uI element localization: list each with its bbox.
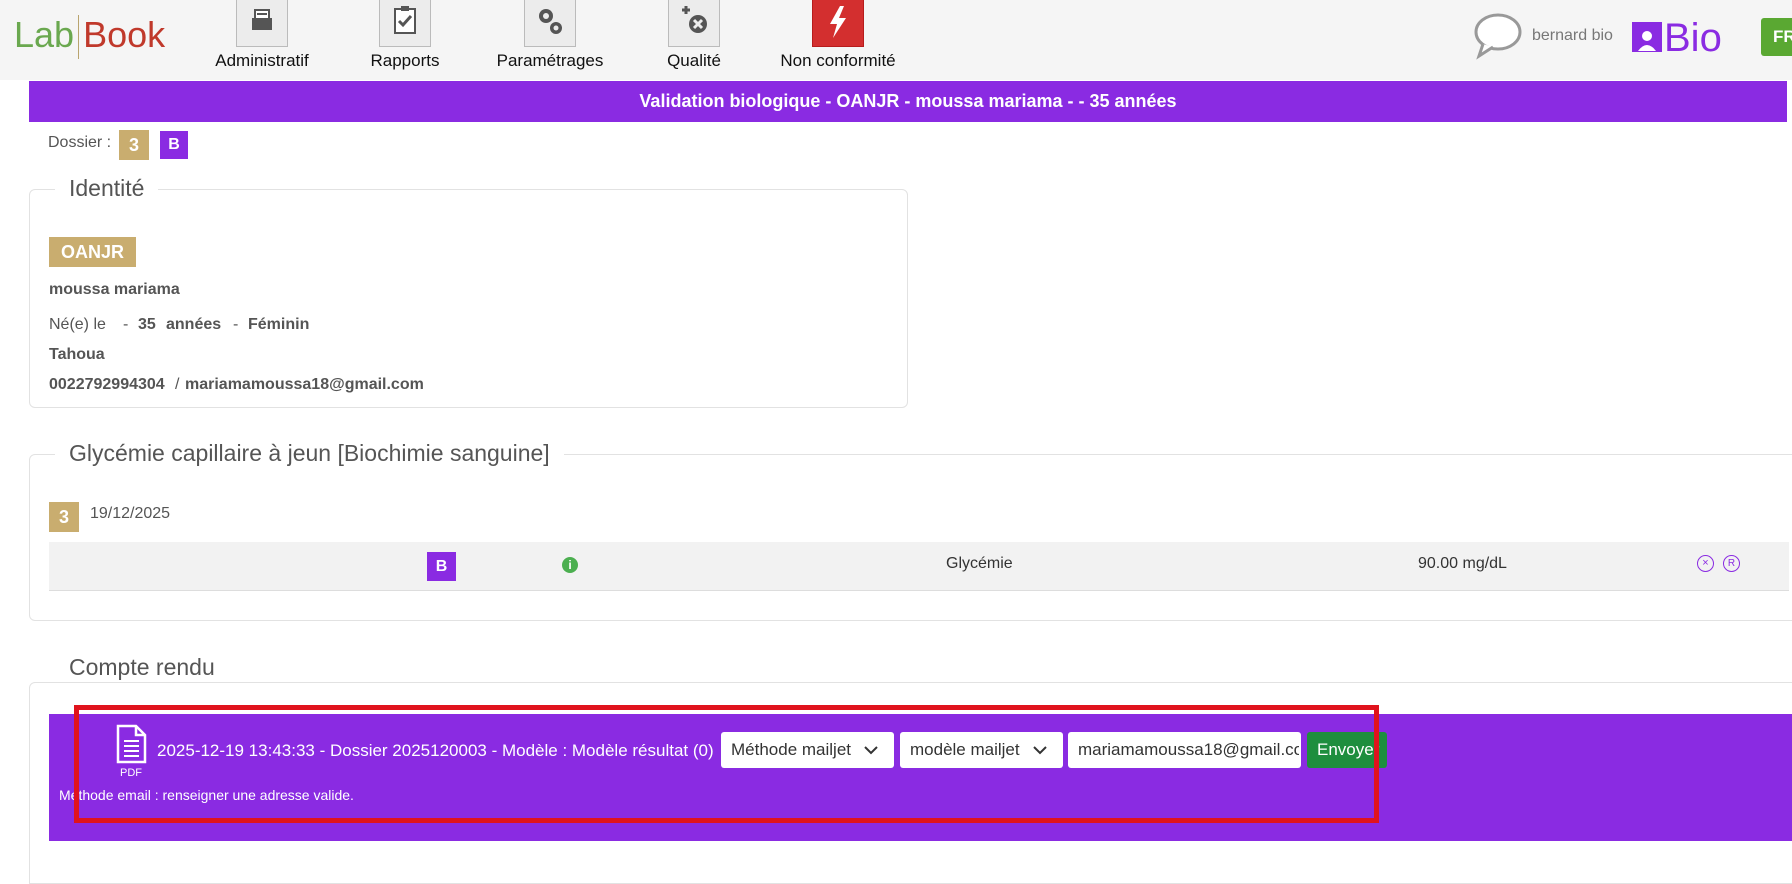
patient-city: Tahoua <box>49 346 105 363</box>
analysis-date: 19/12/2025 <box>90 505 171 522</box>
separator: - <box>123 316 129 333</box>
dossier-number-badge: 3 <box>119 130 149 160</box>
reset-circle-icon[interactable]: R <box>1723 555 1740 572</box>
chat-bubble-icon[interactable] <box>1473 12 1523 65</box>
analysis-legend: Glycémie capillaire à jeun [Biochimie sa… <box>55 440 564 467</box>
patient-name: moussa mariama <box>49 281 180 298</box>
highlight-box <box>74 705 1379 823</box>
user-name[interactable]: bernard bio <box>1532 27 1613 45</box>
language-button[interactable]: FR <box>1761 18 1792 56</box>
nav-label: Administratif <box>215 51 309 70</box>
nav-parametrages[interactable]: Paramétrages <box>494 0 606 71</box>
analysis-number-badge: 3 <box>49 502 79 532</box>
nav-label: Non conformité <box>780 51 896 70</box>
gears-icon <box>524 0 576 47</box>
analysis-panel <box>29 454 1792 621</box>
nav-rapports[interactable]: Rapports <box>355 0 455 71</box>
patient-age: 35 <box>138 316 156 333</box>
separator: / <box>175 376 180 393</box>
top-navigation-bar: Lab Book Administratif Rapports Paramétra… <box>0 0 1792 80</box>
nav-label: Rapports <box>370 51 440 70</box>
dossier-status-badge: B <box>160 131 188 159</box>
patient-phone: 0022792994304 <box>49 376 165 393</box>
logo-book-text: Book <box>83 14 166 55</box>
result-row[interactable] <box>49 542 1789 591</box>
nav-qualite[interactable]: Qualité <box>644 0 744 71</box>
report-legend: Compte rendu <box>55 654 229 681</box>
nav-non-conformite[interactable]: Non conformité <box>773 0 903 71</box>
cancel-circle-icon[interactable]: × <box>1697 555 1714 572</box>
age-unit: années <box>166 316 222 333</box>
info-icon[interactable]: i <box>562 557 578 573</box>
birth-label: Né(e) le <box>49 316 106 333</box>
lightning-icon <box>812 0 864 47</box>
role-label: Bio <box>1664 16 1722 60</box>
separator: - <box>233 316 239 333</box>
nav-label: Paramétrages <box>496 51 604 70</box>
result-name: Glycémie <box>946 555 1013 572</box>
nav-label: Qualité <box>667 51 721 70</box>
identity-legend: Identité <box>55 175 159 202</box>
patient-sex: Féminin <box>248 316 310 333</box>
patient-email: mariamamoussa18@gmail.com <box>185 376 424 393</box>
clipboard-check-icon <box>379 0 431 47</box>
bio-role-badge[interactable]: Bio <box>1632 18 1722 58</box>
quality-gear-icon <box>668 0 720 47</box>
labbook-logo[interactable]: Lab Book <box>14 14 166 60</box>
patient-code-badge: OANJR <box>49 237 136 267</box>
user-icon <box>1632 22 1662 52</box>
inbox-icon <box>236 0 288 47</box>
result-status-badge: B <box>427 552 456 581</box>
page-title: Validation biologique - OANJR - moussa m… <box>29 81 1787 122</box>
nav-administratif[interactable]: Administratif <box>212 0 312 71</box>
result-value: 90.00 mg/dL <box>1418 555 1507 572</box>
dossier-label: Dossier : <box>48 134 112 151</box>
logo-lab-text: Lab <box>14 14 75 55</box>
